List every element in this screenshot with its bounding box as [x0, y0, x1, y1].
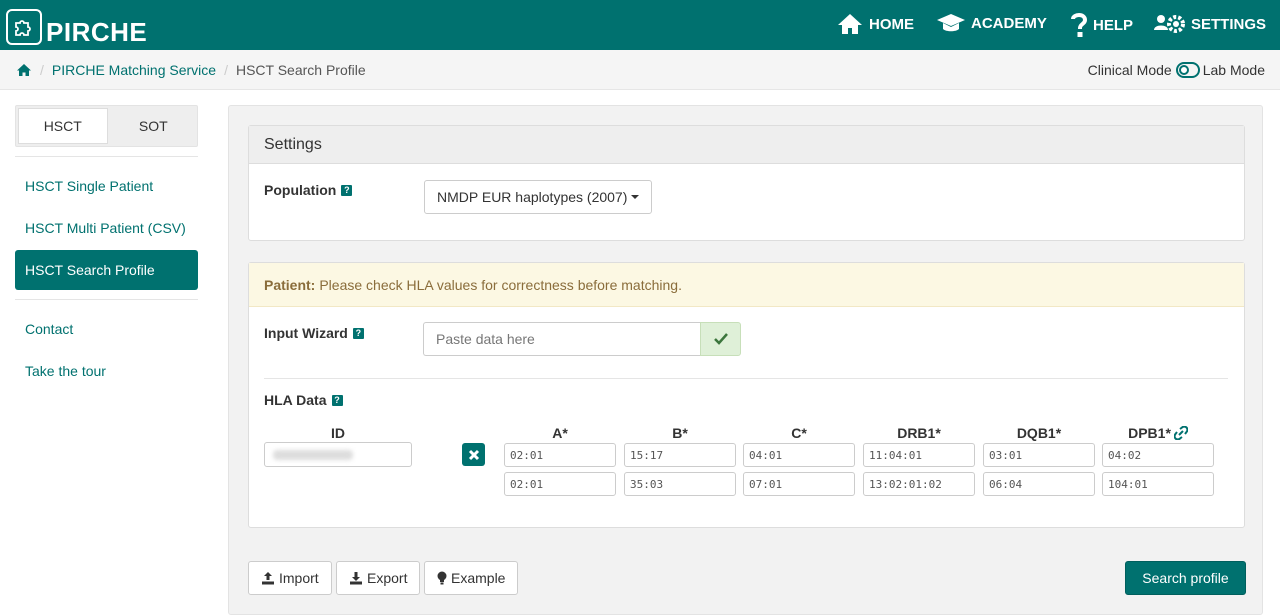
brand[interactable]: PIRCHE [6, 7, 147, 45]
population-select[interactable]: NMDP EUR haplotypes (2007) [424, 180, 653, 214]
lab-mode-label: Lab Mode [1202, 62, 1265, 78]
example-label: Example [451, 570, 506, 586]
hla-drb1-1-input[interactable]: 11:04:01 [863, 443, 975, 467]
input-wizard-label-text: Input Wizard [264, 325, 348, 341]
breadcrumb-separator: / [224, 62, 228, 78]
nav-help-label: HELP [1093, 16, 1134, 34]
delete-row-button[interactable] [462, 443, 485, 466]
column-header-b: B* [672, 425, 688, 441]
export-label: Export [367, 570, 408, 586]
nav-home[interactable]: HOME [836, 12, 914, 36]
input-wizard-label: Input Wizard ? [264, 325, 364, 341]
import-label: Import [279, 570, 319, 586]
column-header-dpb1-text: DPB1* [1128, 425, 1171, 441]
nav-settings[interactable]: SETTINGS [1154, 12, 1266, 36]
breadcrumb: / PIRCHE Matching Service / HSCT Search … [16, 62, 366, 78]
question-icon [1071, 13, 1088, 37]
paste-data-input[interactable]: Paste data here [423, 322, 700, 356]
download-icon [350, 572, 362, 585]
puzzle-icon [6, 9, 42, 45]
check-icon [713, 333, 728, 345]
unlink-icon[interactable] [1173, 426, 1188, 440]
mode-toggle[interactable] [1175, 62, 1200, 78]
patient-id-input[interactable] [264, 442, 412, 467]
patient-warning: Patient: Please check HLA values for cor… [249, 263, 1244, 307]
hla-dpb1-1-input[interactable]: 04:02 [1102, 443, 1214, 467]
mode-switch: Clinical Mode Lab Mode [1088, 62, 1265, 78]
hla-drb1-2-input[interactable]: 13:02:01:02 [863, 472, 975, 496]
help-icon[interactable]: ? [331, 394, 343, 406]
home-icon [838, 14, 862, 34]
column-header-drb1: DRB1* [897, 425, 941, 441]
search-profile-button[interactable]: Search profile [1125, 561, 1246, 595]
hla-data-label-text: HLA Data [264, 392, 327, 408]
patient-panel: Patient: Please check HLA values for cor… [248, 262, 1245, 528]
sidebar-item-hsct-single-patient[interactable]: HSCT Single Patient [15, 166, 198, 206]
sidebar-divider [15, 156, 198, 157]
toggle-knob [1178, 65, 1189, 75]
hla-a-2-input[interactable]: 02:01 [504, 472, 616, 496]
population-select-value: NMDP EUR haplotypes (2007) [437, 189, 628, 205]
section-divider [264, 378, 1228, 379]
clinical-mode-label: Clinical Mode [1087, 62, 1172, 78]
sidebar-item-contact[interactable]: Contact [15, 309, 198, 349]
column-header-dqb1: DQB1* [1016, 425, 1062, 441]
nav-help[interactable]: HELP [1070, 12, 1133, 38]
nav-home-label: HOME [869, 15, 914, 33]
lightbulb-icon [437, 571, 447, 585]
hla-c-2-input[interactable]: 07:01 [743, 472, 855, 496]
help-icon[interactable]: ? [352, 327, 364, 339]
hla-dpb1-2-input[interactable]: 104:01 [1102, 472, 1214, 496]
main-content: Settings Population ? NMDP EUR haplotype… [228, 105, 1263, 615]
example-button[interactable]: Example [424, 561, 519, 595]
breadcrumb-bar: / PIRCHE Matching Service / HSCT Search … [0, 50, 1280, 90]
caret-down-icon [631, 195, 640, 199]
breadcrumb-current: HSCT Search Profile [235, 62, 366, 78]
settings-panel: Settings Population ? NMDP EUR haplotype… [248, 125, 1245, 241]
hla-dqb1-1-input[interactable]: 03:01 [983, 443, 1095, 467]
tab-sot[interactable]: SOT [110, 106, 198, 146]
hla-dqb1-2-input[interactable]: 06:04 [983, 472, 1095, 496]
top-navbar: PIRCHE HOME ACADEMY HELP SETTINGS [0, 0, 1280, 50]
close-icon [468, 449, 479, 460]
settings-title: Settings [249, 126, 1244, 164]
id-column-header: ID [331, 425, 345, 441]
column-header-a: A* [552, 425, 568, 441]
column-header-c: C* [791, 425, 807, 441]
nav-academy[interactable]: ACADEMY [936, 12, 1047, 34]
population-label: Population ? [264, 182, 353, 198]
sidebar-item-hsct-multi-patient[interactable]: HSCT Multi Patient (CSV) [15, 208, 198, 248]
nav-settings-label: SETTINGS [1191, 15, 1267, 33]
upload-icon [262, 572, 274, 585]
redacted-id [273, 449, 353, 460]
hla-b-1-input[interactable]: 15:17 [624, 443, 736, 467]
breadcrumb-separator: / [40, 62, 44, 78]
sidebar-item-hsct-search-profile[interactable]: HSCT Search Profile [15, 250, 198, 290]
graduation-cap-icon [937, 14, 965, 32]
hla-c-1-input[interactable]: 04:01 [743, 443, 855, 467]
tab-hsct[interactable]: HSCT [18, 108, 108, 144]
sidebar-divider [15, 299, 198, 300]
hla-b-2-input[interactable]: 35:03 [624, 472, 736, 496]
category-tabs: HSCT SOT [15, 105, 198, 147]
export-button[interactable]: Export [336, 561, 421, 595]
confirm-paste-button[interactable] [700, 322, 741, 356]
users-cog-icon [1154, 15, 1185, 33]
nav-academy-label: ACADEMY [971, 14, 1047, 32]
import-button[interactable]: Import [248, 561, 332, 595]
column-header-dpb1: DPB1* [1102, 425, 1214, 441]
hla-data-label: HLA Data ? [264, 392, 343, 408]
home-icon[interactable] [16, 63, 32, 77]
population-label-text: Population [264, 182, 337, 198]
help-icon[interactable]: ? [341, 184, 353, 196]
warning-text: Please check HLA values for correctness … [319, 276, 682, 293]
breadcrumb-link-matching-service[interactable]: PIRCHE Matching Service [52, 62, 216, 78]
sidebar-item-take-tour[interactable]: Take the tour [15, 351, 198, 391]
hla-a-1-input[interactable]: 02:01 [504, 443, 616, 467]
brand-name: PIRCHE [46, 17, 148, 47]
warning-label: Patient: [264, 276, 316, 293]
